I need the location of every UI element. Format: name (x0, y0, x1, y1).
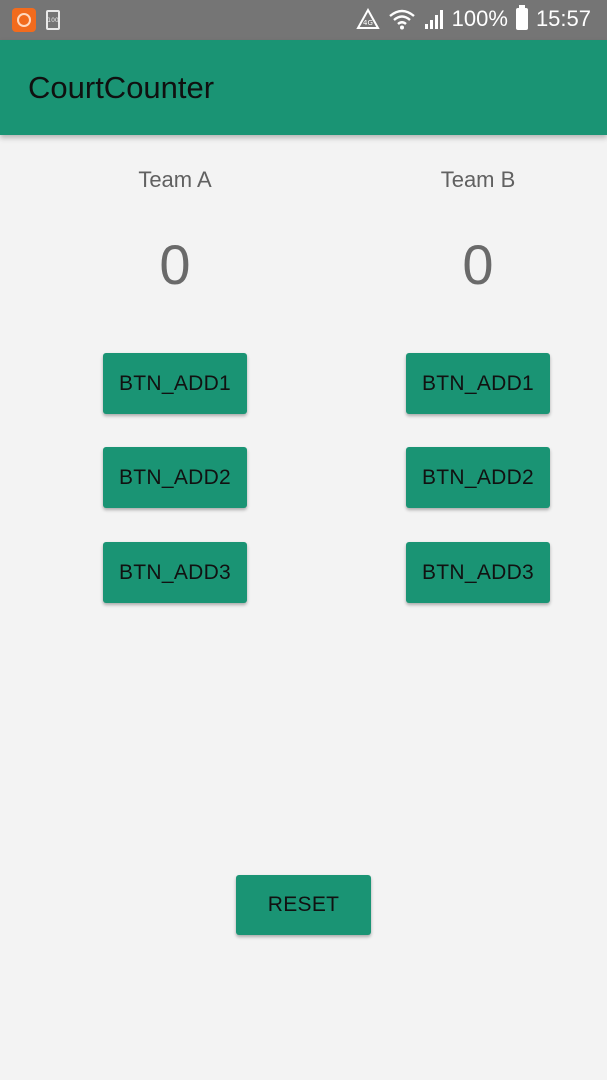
app-bar: CourtCounter (0, 40, 607, 135)
team-b-add1-button[interactable]: BTN_ADD1 (406, 353, 550, 414)
team-a-add1-button[interactable]: BTN_ADD1 (103, 353, 247, 414)
team-b-name: Team B (440, 167, 516, 192)
team-b-add3-button[interactable]: BTN_ADD3 (406, 542, 550, 603)
team-a-score: 0 (159, 233, 191, 296)
team-a-add3-button[interactable]: BTN_ADD3 (103, 542, 247, 603)
battery-saver-icon: 100 (46, 10, 60, 30)
battery-icon (515, 5, 528, 30)
wifi-icon (388, 8, 416, 30)
svg-text:4G: 4G (363, 19, 373, 27)
team-b-add2-button[interactable]: BTN_ADD2 (406, 447, 550, 508)
status-left-icons: 100 (12, 8, 60, 32)
team-b-score: 0 (462, 233, 494, 296)
reset-button[interactable]: RESET (236, 875, 371, 935)
team-b-column: Team B 0 BTN_ADD1 BTN_ADD2 BTN_ADD3 (378, 165, 578, 603)
status-right-icons: 4G 100% 15:57 (355, 5, 591, 32)
data-saver-icon: 4G (355, 8, 380, 30)
team-a-column: Team A 0 BTN_ADD1 BTN_ADD2 BTN_ADD3 (75, 165, 275, 603)
team-a-add2-button[interactable]: BTN_ADD2 (103, 447, 247, 508)
battery-percent: 100% (451, 6, 508, 31)
status-bar: 100 4G 100% 15:57 (0, 0, 607, 40)
status-time: 15:57 (535, 6, 591, 31)
app-notification-icon (12, 8, 36, 32)
signal-icon (424, 8, 444, 30)
team-a-name: Team A (138, 167, 212, 192)
app-title: CourtCounter (28, 70, 215, 105)
